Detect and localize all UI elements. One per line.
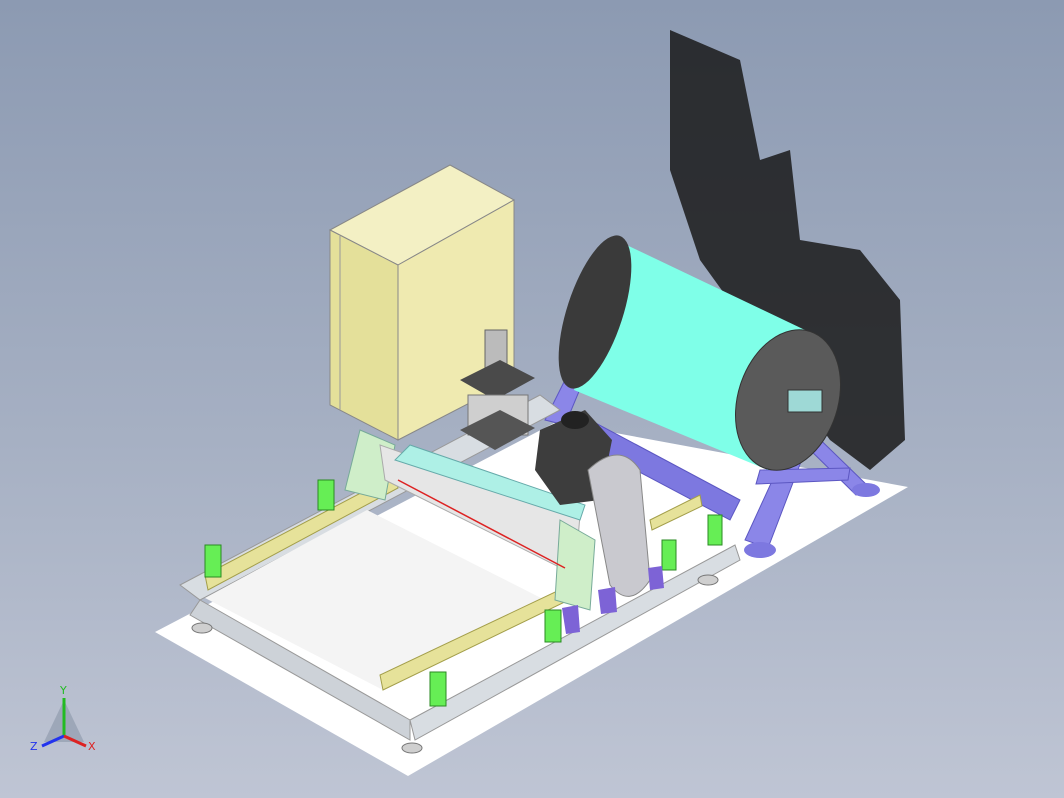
triad-x-label: X xyxy=(88,740,96,753)
triad-y-label: Y xyxy=(59,684,67,697)
axis-triad: Y Z X xyxy=(30,684,96,753)
triad-z-label: Z xyxy=(30,740,38,753)
assembly-model[interactable] xyxy=(0,0,1064,798)
cad-viewport[interactable]: Y Z X xyxy=(0,0,1064,798)
